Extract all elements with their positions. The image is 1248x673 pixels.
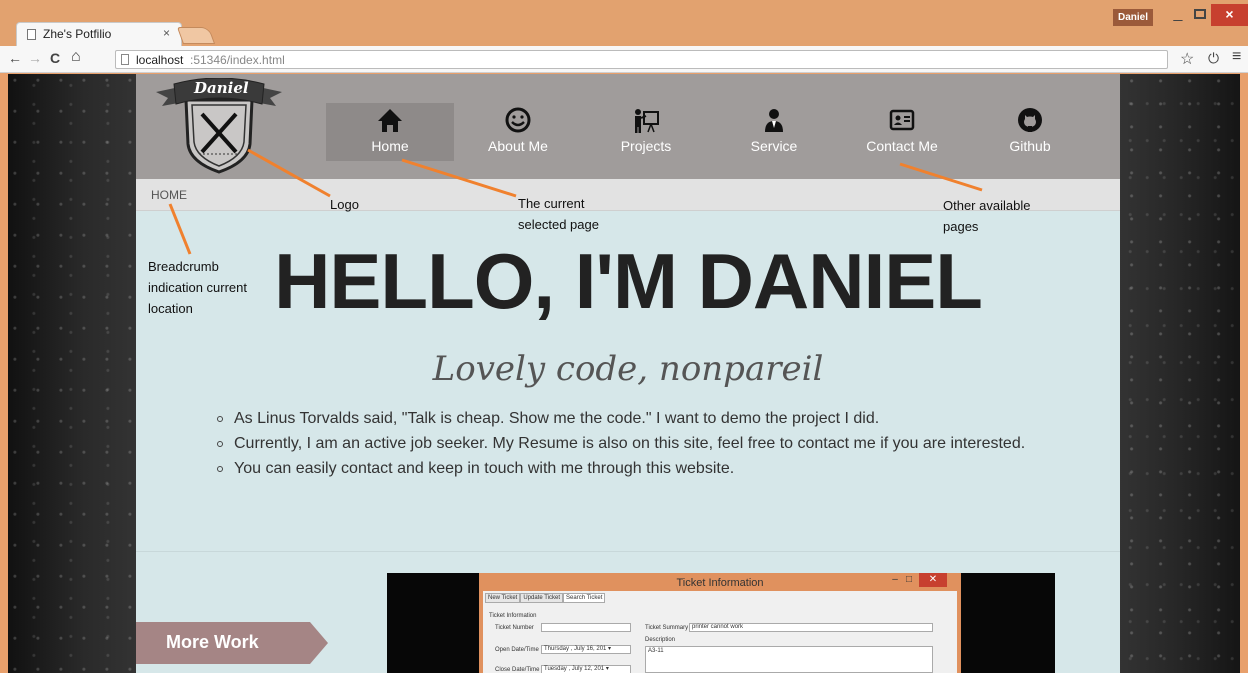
- nav-label-contact-me: Contact Me: [866, 138, 938, 154]
- hero-title: HELLO, I'M DANIEL: [274, 237, 983, 325]
- ticket-tabs: New Ticket Update Ticket Search Ticket: [485, 593, 606, 603]
- nav-label-projects: Projects: [620, 138, 672, 154]
- smiley-icon: [505, 107, 531, 133]
- nav-label-home: Home: [371, 138, 409, 154]
- nav-item-home[interactable]: Home: [326, 103, 454, 161]
- close-window-button[interactable]: ×: [1211, 4, 1248, 26]
- more-work-button[interactable]: More Work: [136, 622, 328, 664]
- ticket-number-field: [541, 623, 631, 632]
- site-header: Daniel Home About Me Projects Service Co…: [136, 74, 1120, 179]
- chalkboard-background-right: [1120, 74, 1240, 673]
- nav-item-service[interactable]: Service: [710, 103, 838, 161]
- ticket-tab: Search Ticket: [563, 593, 606, 603]
- description-label: Description: [645, 637, 676, 643]
- nav-label-about-me: About Me: [488, 138, 548, 154]
- page-icon: [27, 29, 36, 40]
- back-arrow-icon[interactable]: ←: [8, 50, 22, 66]
- annotation-logo: Logo: [330, 197, 359, 212]
- ticket-close-icon: ✕: [919, 573, 947, 587]
- forward-arrow-icon[interactable]: →: [28, 50, 42, 66]
- nav-item-about-me[interactable]: About Me: [454, 103, 582, 161]
- menu-icon[interactable]: ≡: [1232, 48, 1241, 66]
- contact-card-icon: [889, 109, 915, 131]
- address-bar[interactable]: localhost :51346/index.html: [115, 50, 1168, 69]
- list-item: As Linus Torvalds said, "Talk is cheap. …: [210, 406, 1040, 431]
- intro-list: As Linus Torvalds said, "Talk is cheap. …: [210, 406, 1040, 481]
- maximize-icon: [1194, 9, 1206, 19]
- ticket-tab: Update Ticket: [520, 593, 564, 603]
- ticket-maximize-icon: □: [905, 574, 913, 585]
- project-screenshot[interactable]: Ticket Information – □ ✕ New Ticket Updat…: [387, 573, 1055, 673]
- home-icon: [378, 109, 402, 132]
- presentation-icon: [635, 109, 659, 133]
- person-icon: [765, 109, 783, 132]
- url-host: localhost: [136, 53, 184, 67]
- bookmark-star-icon[interactable]: ☆: [1180, 49, 1194, 69]
- ticket-group-label: Ticket Information: [489, 613, 537, 619]
- new-tab-button[interactable]: [176, 27, 216, 44]
- annotation-breadcrumb: Breadcrumb indication current location: [148, 259, 247, 316]
- page-viewport: Daniel Home About Me Projects Service Co…: [8, 74, 1240, 673]
- open-date-field: Thursday , July 16, 201 ▾: [541, 645, 631, 654]
- close-date-label: Close Date/Time: [495, 667, 540, 673]
- section-divider: [136, 551, 1120, 552]
- tab-close-icon[interactable]: ×: [163, 26, 170, 40]
- nav-item-github[interactable]: Github: [966, 103, 1094, 161]
- nav-label-service: Service: [750, 138, 798, 154]
- ticket-minimize-icon: –: [892, 574, 898, 585]
- ticket-window-body: New Ticket Update Ticket Search Ticket Tic…: [483, 591, 957, 673]
- tab-title: Zhe's Potfilio: [43, 27, 112, 41]
- github-icon: [1018, 108, 1042, 132]
- nav-item-contact-me[interactable]: Contact Me: [838, 103, 966, 161]
- open-date-label: Open Date/Time: [495, 647, 539, 653]
- nav-label-github: Github: [1009, 138, 1051, 154]
- annotation-current-page: The current selected page: [518, 196, 599, 232]
- page-icon: [121, 54, 129, 65]
- chalkboard-background-left: [8, 74, 136, 673]
- nav-item-projects[interactable]: Projects: [582, 103, 710, 161]
- browser-tab[interactable]: Zhe's Potfilio ×: [16, 22, 182, 46]
- logo-text: Daniel: [194, 79, 249, 97]
- ticket-window: Ticket Information – □ ✕ New Ticket Updat…: [479, 573, 961, 673]
- url-path: :51346/index.html: [190, 53, 285, 67]
- list-item: Currently, I am an active job seeker. My…: [210, 431, 1040, 456]
- ticket-number-label: Ticket Number: [495, 625, 534, 631]
- reload-icon[interactable]: C: [50, 50, 60, 66]
- power-icon[interactable]: ⏻: [1208, 50, 1219, 67]
- browser-titlebar: Zhe's Potfilio × Daniel _ ×: [0, 0, 1248, 46]
- profile-badge[interactable]: Daniel: [1113, 9, 1153, 26]
- portfolio-site: Daniel Home About Me Projects Service Co…: [136, 74, 1120, 673]
- annotation-other-pages: Other available pages: [943, 198, 1031, 234]
- list-item: You can easily contact and keep in touch…: [210, 456, 1040, 481]
- home-button-icon[interactable]: ⌂: [71, 48, 81, 66]
- browser-toolbar: ← → C ⌂ localhost :51346/index.html ☆ ⏻ …: [0, 46, 1248, 73]
- ticket-summary-field: printer cannot work: [689, 623, 933, 632]
- ticket-tab: New Ticket: [485, 593, 521, 603]
- more-work-label: More Work: [166, 632, 259, 652]
- hero-subtitle: Lovely code, nonpareil: [432, 349, 824, 389]
- breadcrumb[interactable]: HOME: [151, 188, 187, 202]
- description-field: A3-11: [645, 646, 933, 673]
- close-date-field: Tuesday , July 12, 201 ▾: [541, 665, 631, 673]
- ticket-summary-label: Ticket Summary: [645, 625, 689, 631]
